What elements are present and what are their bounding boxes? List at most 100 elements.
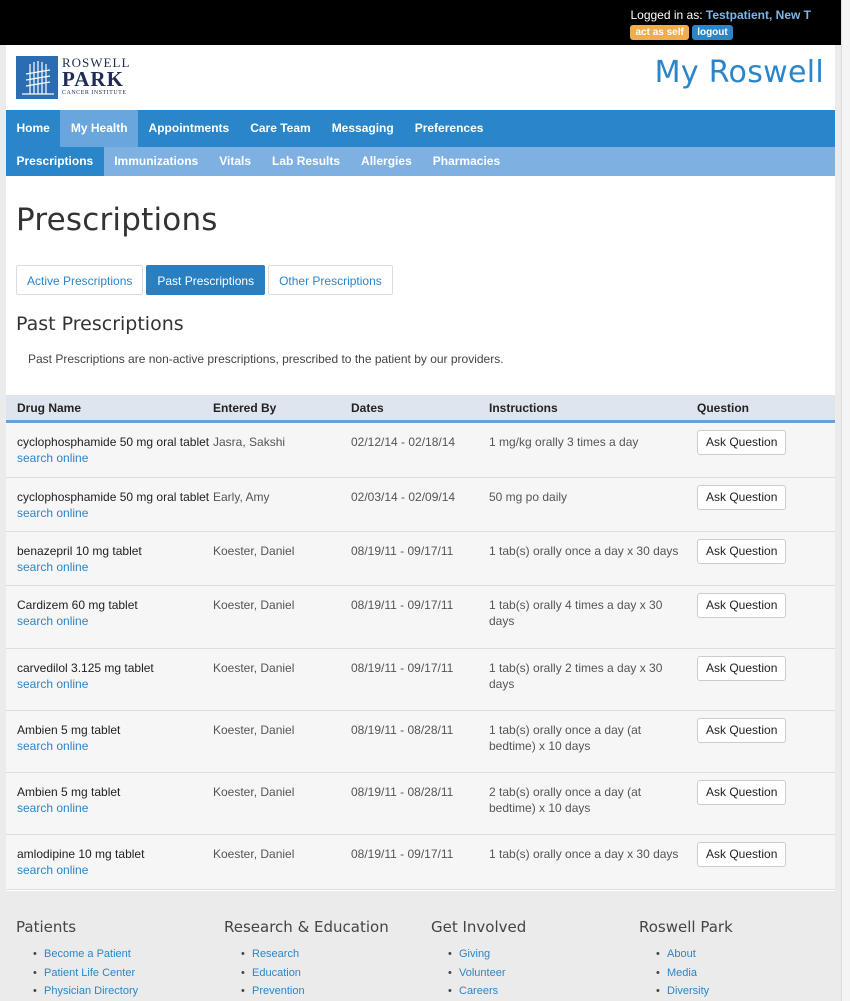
ask-question-button[interactable]: Ask Question xyxy=(697,842,787,867)
footer-link[interactable]: Careers xyxy=(448,982,526,1001)
drug-name: amlodipine 10 mg tablet xyxy=(17,847,145,861)
building-logo-icon xyxy=(16,56,58,99)
question-cell: Ask Question xyxy=(696,423,835,477)
dates-cell: 08/19/11 - 09/17/11 xyxy=(351,847,454,861)
nav-home[interactable]: Home xyxy=(6,110,60,147)
search-online-link[interactable]: search online xyxy=(17,862,213,878)
drug-cell: Cardizem 60 mg tablet search online xyxy=(6,586,213,648)
tab-other-prescriptions[interactable]: Other Prescriptions xyxy=(268,265,393,295)
primary-nav: Home My Health Appointments Care Team Me… xyxy=(6,110,835,147)
logged-in-label: Logged in as: xyxy=(630,8,703,22)
user-name-link[interactable]: Testpatient, New T xyxy=(706,8,811,22)
ask-question-button[interactable]: Ask Question xyxy=(697,593,787,618)
section-description: Past Prescriptions are non-active prescr… xyxy=(28,352,504,366)
search-online-link[interactable]: search online xyxy=(17,676,213,692)
footer-get-involved: Get Involved Giving Volunteer Careers xyxy=(431,918,526,1001)
secondary-nav: Prescriptions Immunizations Vitals Lab R… xyxy=(6,147,835,176)
tab-past-prescriptions[interactable]: Past Prescriptions xyxy=(146,265,266,295)
logout-button[interactable]: logout xyxy=(692,25,733,40)
search-online-link[interactable]: search online xyxy=(17,613,213,629)
drug-cell: amlodipine 10 mg tablet search online xyxy=(6,835,213,889)
ask-question-button[interactable]: Ask Question xyxy=(697,656,787,681)
ask-question-button[interactable]: Ask Question xyxy=(697,780,787,805)
subnav-allergies[interactable]: Allergies xyxy=(351,147,423,176)
footer-link[interactable]: Physician Directory xyxy=(33,982,138,1001)
table-row: amlodipine 10 mg tablet search online Koe… xyxy=(6,835,835,890)
search-online-link[interactable]: search online xyxy=(17,505,213,521)
search-online-link[interactable]: search online xyxy=(17,450,213,466)
ask-question-button[interactable]: Ask Question xyxy=(697,718,787,743)
logo-line-3: CANCER INSTITUTE xyxy=(62,90,127,96)
subnav-immunizations[interactable]: Immunizations xyxy=(104,147,209,176)
entered-by-cell: Jasra, Sakshi xyxy=(213,435,286,449)
footer-link[interactable]: Diversity xyxy=(656,982,733,1001)
instructions-cell: 1 tab(s) orally 2 times a day x 30 days xyxy=(489,661,663,691)
question-cell: Ask Question xyxy=(696,835,835,889)
footer-link[interactable]: Volunteer xyxy=(448,964,526,983)
drug-cell: Ambien 5 mg tablet search online xyxy=(6,773,213,834)
search-online-link[interactable]: search online xyxy=(17,800,213,816)
nav-appointments[interactable]: Appointments xyxy=(138,110,240,147)
header-question: Question xyxy=(697,401,750,415)
header-entered-by: Entered By xyxy=(213,401,277,415)
drug-name: benazepril 10 mg tablet xyxy=(17,544,142,558)
search-online-link[interactable]: search online xyxy=(17,559,213,575)
subnav-pharmacies[interactable]: Pharmacies xyxy=(422,147,510,176)
tab-active-prescriptions[interactable]: Active Prescriptions xyxy=(16,265,144,295)
login-status: Logged in as: Testpatient, New T act as … xyxy=(630,8,811,40)
footer-roswell-park: Roswell Park About Media Diversity xyxy=(639,918,733,1001)
subnav-vitals[interactable]: Vitals xyxy=(209,147,262,176)
footer-link[interactable]: Education xyxy=(241,964,389,983)
dates-cell: 08/19/11 - 09/17/11 xyxy=(351,544,454,558)
question-cell: Ask Question xyxy=(696,586,835,648)
act-as-self-button[interactable]: act as self xyxy=(630,25,689,40)
footer-link[interactable]: Become a Patient xyxy=(33,945,138,964)
footer-research: Research & Education Research Education … xyxy=(224,918,389,1001)
top-bar: Logged in as: Testpatient, New T act as … xyxy=(0,0,841,45)
dates-cell: 08/19/11 - 08/28/11 xyxy=(351,785,454,799)
roswell-park-logo[interactable]: ROSWELL PARK CANCER INSTITUTE xyxy=(16,56,146,100)
page-title: Prescriptions xyxy=(16,202,218,238)
entered-by-cell: Koester, Daniel xyxy=(213,544,295,558)
logo-wordmark: ROSWELL PARK CANCER INSTITUTE xyxy=(62,56,130,96)
table-row: benazepril 10 mg tablet search online Koe… xyxy=(6,532,835,586)
scrollbar[interactable] xyxy=(841,0,850,1001)
nav-preferences[interactable]: Preferences xyxy=(404,110,494,147)
footer-research-title: Research & Education xyxy=(224,918,389,936)
table-header: Drug Name Entered By Dates Instructions … xyxy=(6,395,835,423)
table-row: Ambien 5 mg tablet search online Koester,… xyxy=(6,773,835,835)
question-cell: Ask Question xyxy=(696,773,835,834)
question-cell: Ask Question xyxy=(696,711,835,772)
nav-messaging[interactable]: Messaging xyxy=(321,110,404,147)
nav-my-health[interactable]: My Health xyxy=(60,110,139,147)
drug-name: cyclophosphamide 50 mg oral tablet xyxy=(17,490,210,504)
footer-link[interactable]: Patient Life Center xyxy=(33,964,138,983)
instructions-cell: 1 tab(s) orally 4 times a day x 30 days xyxy=(489,598,663,628)
footer-link[interactable]: Media xyxy=(656,964,733,983)
drug-name: carvedilol 3.125 mg tablet xyxy=(17,661,154,675)
search-online-link[interactable]: search online xyxy=(17,738,213,754)
instructions-cell: 50 mg po daily xyxy=(489,490,568,504)
entered-by-cell: Early, Amy xyxy=(213,490,270,504)
entered-by-cell: Koester, Daniel xyxy=(213,785,295,799)
footer-link[interactable]: Giving xyxy=(448,945,526,964)
table-row: carvedilol 3.125 mg tablet search online … xyxy=(6,649,835,711)
ask-question-button[interactable]: Ask Question xyxy=(697,539,787,564)
footer-patients-title: Patients xyxy=(16,918,77,936)
footer-link[interactable]: About xyxy=(656,945,733,964)
subnav-prescriptions[interactable]: Prescriptions xyxy=(6,147,104,176)
nav-care-team[interactable]: Care Team xyxy=(240,110,321,147)
ask-question-button[interactable]: Ask Question xyxy=(697,485,787,510)
footer-link[interactable]: Research xyxy=(241,945,389,964)
entered-by-cell: Koester, Daniel xyxy=(213,661,295,675)
drug-cell: cyclophosphamide 50 mg oral tablet search… xyxy=(6,478,213,531)
drug-cell: carvedilol 3.125 mg tablet search online xyxy=(6,649,213,710)
footer-link[interactable]: Prevention xyxy=(241,982,389,1001)
ask-question-button[interactable]: Ask Question xyxy=(697,430,787,455)
footer-roswell-title: Roswell Park xyxy=(639,918,733,936)
subnav-lab-results[interactable]: Lab Results xyxy=(262,147,351,176)
table-row: Ambien 5 mg tablet search online Koester,… xyxy=(6,711,835,773)
logo-line-2: PARK xyxy=(62,67,124,91)
table-row: Cardizem 60 mg tablet search online Koest… xyxy=(6,586,835,649)
instructions-cell: 1 tab(s) orally once a day x 30 days xyxy=(489,544,679,558)
